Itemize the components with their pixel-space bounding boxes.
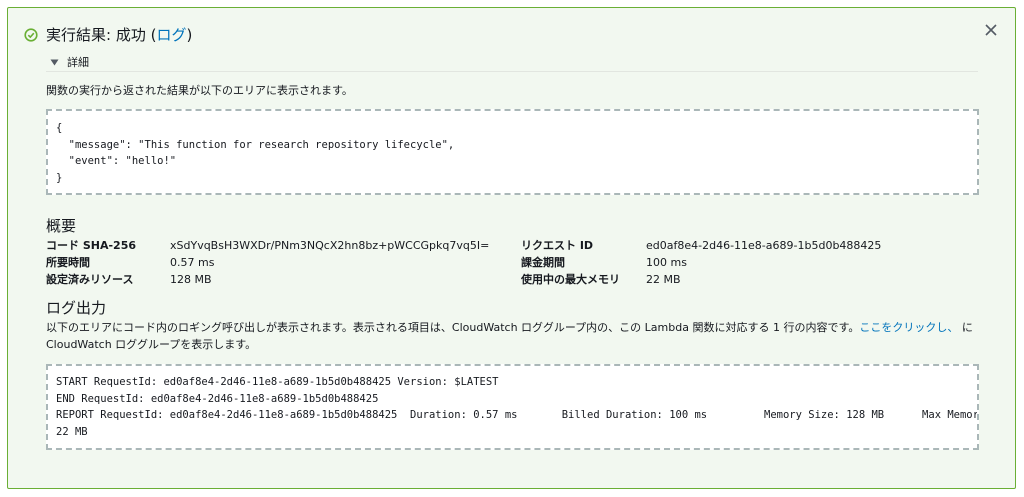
result-output-box: { "message": "This function for research…: [46, 109, 979, 195]
summary-label-max-memory: 使用中の最大メモリ: [521, 273, 620, 286]
summary-value-resources: 128 MB: [170, 273, 212, 286]
summary-value-max-memory: 22 MB: [646, 273, 681, 286]
summary-value-billed: 100 ms: [646, 256, 687, 269]
cloudwatch-link[interactable]: ここをクリックし、: [859, 321, 958, 334]
close-icon[interactable]: [983, 22, 999, 38]
summary-label-resources: 設定済みリソース: [46, 273, 134, 286]
title-prefix: 実行結果: 成功 (: [46, 26, 157, 44]
result-description: 関数の実行から返された結果が以下のエリアに表示されます。: [46, 84, 353, 97]
summary-label-request-id: リクエスト ID: [521, 239, 594, 252]
log-output-description: 以下のエリアにコード内のロギング呼び出しが表示されます。表示される項目は、Clo…: [46, 319, 976, 353]
check-circle-icon: [24, 27, 38, 42]
details-toggle[interactable]: 詳細: [50, 54, 89, 70]
log-link[interactable]: ログ: [156, 26, 186, 44]
summary-value-request-id: ed0af8e4-2d46-11e8-a689-1b5d0b488425: [646, 239, 882, 252]
summary-value-duration: 0.57 ms: [170, 256, 215, 269]
summary-value-code-sha: xSdYvqBsH3WXDr/PNm3NQcX2hn8bz+pWCCGpkq7v…: [170, 239, 490, 252]
caret-down-icon: [50, 59, 59, 65]
divider: [46, 71, 978, 72]
log-output-box: START RequestId: ed0af8e4-2d46-11e8-a689…: [46, 364, 979, 450]
summary-label-code-sha: コード SHA-256: [46, 239, 136, 252]
summary-label-billed: 課金期間: [521, 256, 565, 269]
result-title: 実行結果: 成功 (ログ): [46, 24, 192, 45]
title-suffix: ): [186, 26, 193, 44]
log-output-title: ログ出力: [46, 299, 107, 317]
details-label: 詳細: [67, 56, 89, 69]
execution-result-panel: 実行結果: 成功 (ログ) 詳細 関数の実行から返された結果が以下のエリアに表示…: [7, 7, 1016, 489]
summary-label-duration: 所要時間: [46, 256, 90, 269]
result-header: 実行結果: 成功 (ログ): [24, 24, 192, 45]
summary-title: 概要: [46, 217, 77, 235]
summary-grid: コード SHA-256 xSdYvqBsH3WXDr/PNm3NQcX2hn8b…: [46, 237, 966, 289]
log-desc-before: 以下のエリアにコード内のロギング呼び出しが表示されます。表示される項目は、Clo…: [46, 321, 860, 334]
